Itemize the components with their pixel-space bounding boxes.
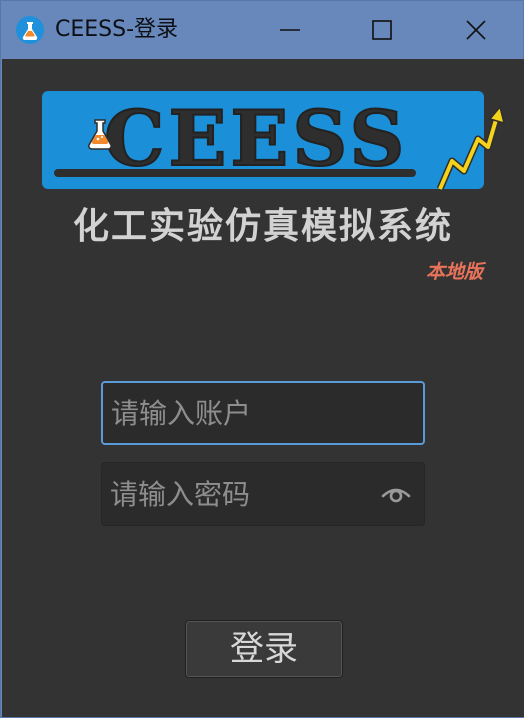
lightning-bolt-icon xyxy=(434,105,506,195)
system-subtitle: 化工实验仿真模拟系统 xyxy=(72,206,453,247)
login-window: CEESS-登录 CEESS 化工实验仿真模拟系统 本地版 请输入账户 登录 xyxy=(0,0,524,718)
logo-flask-icon xyxy=(82,117,118,153)
minimize-icon xyxy=(280,29,300,31)
account-input[interactable] xyxy=(101,381,425,445)
eye-icon[interactable] xyxy=(380,483,412,505)
maximize-button[interactable] xyxy=(337,1,429,59)
minimize-button[interactable] xyxy=(245,1,337,59)
flask-icon xyxy=(15,15,45,45)
app-logo: CEESS xyxy=(42,91,506,195)
login-button[interactable]: 登录 xyxy=(185,620,343,678)
login-panel: CEESS 化工实验仿真模拟系统 本地版 请输入账户 登录 xyxy=(2,59,524,717)
close-icon xyxy=(466,20,486,40)
logo-text: CEESS xyxy=(103,93,409,184)
title-bar[interactable]: CEESS-登录 xyxy=(1,1,523,59)
window-title: CEESS-登录 xyxy=(55,17,179,42)
edition-label: 本地版 xyxy=(426,261,484,283)
close-button[interactable] xyxy=(431,1,523,59)
maximize-icon xyxy=(372,20,392,40)
password-input[interactable] xyxy=(101,462,425,526)
